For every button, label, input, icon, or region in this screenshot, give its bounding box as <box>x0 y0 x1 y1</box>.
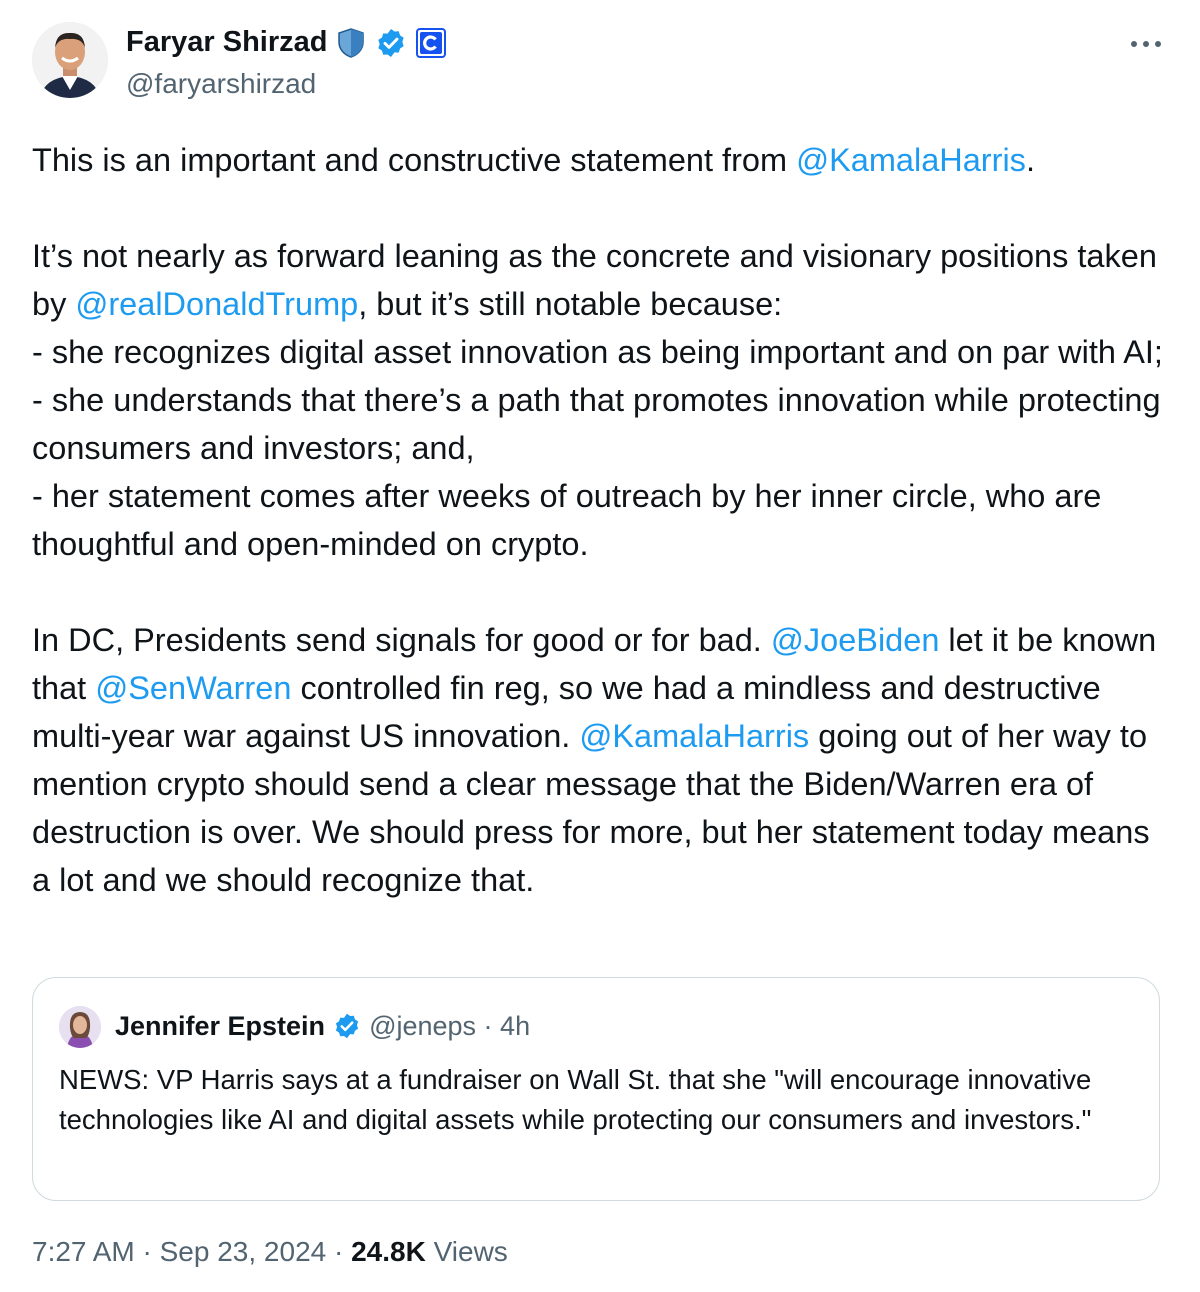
shield-badge-icon <box>335 27 367 59</box>
quoted-text: NEWS: VP Harris says at a fundraiser on … <box>59 1064 1092 1135</box>
author-name[interactable]: Faryar Shirzad <box>126 26 327 59</box>
verified-badge-icon <box>331 1010 363 1042</box>
separator-dot: · <box>476 1010 501 1041</box>
mention-link[interactable]: @JoeBiden <box>771 622 940 658</box>
bullet-1: - she recognizes digital asset innovatio… <box>32 334 1163 370</box>
mention-link[interactable]: @KamalaHarris <box>796 142 1026 178</box>
paragraph-3: In DC, Presidents send signals for good … <box>32 622 1157 898</box>
tweet-date[interactable]: Sep 23, 2024 <box>160 1236 327 1267</box>
separator-dot: · <box>326 1236 352 1267</box>
author-handle[interactable]: @faryarshirzad <box>126 68 316 100</box>
mention-link[interactable]: @realDonaldTrump <box>75 286 358 322</box>
paragraph-1: This is an important and constructive st… <box>32 142 1035 178</box>
tweet-time[interactable]: 7:27 AM <box>32 1236 135 1267</box>
bullet-2: - she understands that there’s a path th… <box>32 382 1161 466</box>
mention-link[interactable]: @SenWarren <box>95 670 291 706</box>
author-name-row[interactable]: Faryar Shirzad <box>126 26 447 59</box>
tweet-card: Faryar Shirzad @faryarshirzad This is an… <box>0 0 1200 1292</box>
views-count[interactable]: 24.8K <box>351 1236 426 1267</box>
affiliate-badge-icon[interactable] <box>415 27 447 59</box>
verified-badge-icon <box>375 27 407 59</box>
views-label: Views <box>425 1236 508 1267</box>
paragraph-2: It’s not nearly as forward leaning as th… <box>32 238 1157 322</box>
quoted-tweet[interactable]: Jennifer Epstein @jeneps · 4h NEWS: VP H… <box>32 977 1160 1201</box>
separator-dot: · <box>134 1236 160 1267</box>
tweet-text: This is an important and constructive st… <box>32 136 1172 904</box>
mention-link[interactable]: @KamalaHarris <box>579 718 809 754</box>
quoted-timestamp[interactable]: 4h <box>500 1011 530 1042</box>
bullet-3: - her statement comes after weeks of out… <box>32 478 1102 562</box>
quoted-header: Jennifer Epstein @jeneps · 4h <box>115 1010 530 1042</box>
quoted-author-name[interactable]: Jennifer Epstein <box>115 1011 325 1042</box>
more-options-icon[interactable] <box>1126 24 1166 64</box>
tweet-meta: 7:27 AM · Sep 23, 2024 · 24.8K Views <box>32 1236 508 1268</box>
quoted-author-handle[interactable]: @jeneps <box>369 1011 476 1042</box>
author-avatar[interactable] <box>32 22 108 98</box>
quoted-author-avatar[interactable] <box>59 1006 101 1048</box>
